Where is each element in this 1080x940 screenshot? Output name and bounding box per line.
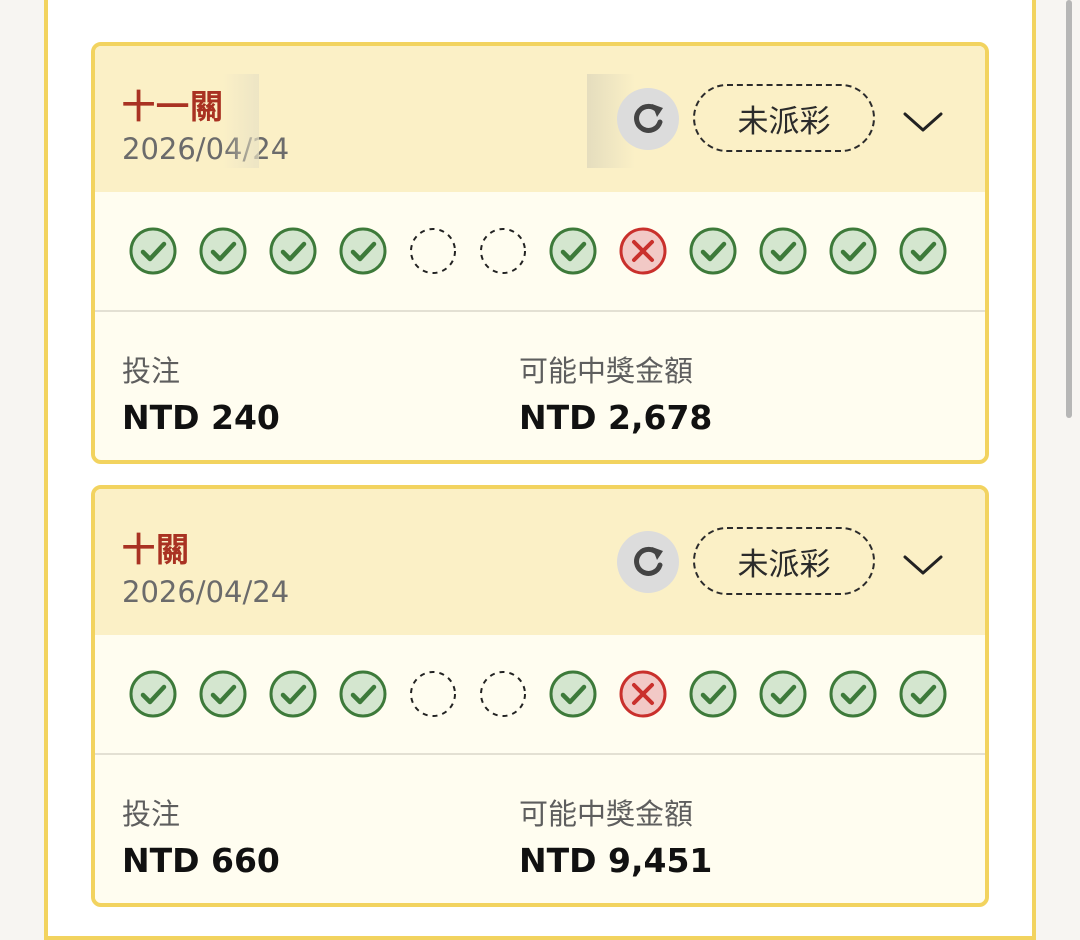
- bet-card: 十關 2026/04/24 未派彩 投注 NTD 660 可能中獎金額 NTD …: [91, 485, 989, 907]
- potential-payout-value: NTD 9,451: [519, 841, 713, 880]
- pending-circle-icon: [480, 228, 526, 274]
- bet-info-row: 投注 NTD 240 可能中獎金額 NTD 2,678: [95, 312, 985, 456]
- win-check-icon: [339, 670, 387, 718]
- win-check-icon: [689, 227, 737, 275]
- win-check-icon: [269, 227, 317, 275]
- win-check-icon: [899, 670, 947, 718]
- pending-circle-icon: [410, 671, 456, 717]
- loss-cross-icon: [619, 227, 667, 275]
- win-check-icon: [759, 227, 807, 275]
- win-check-icon: [199, 227, 247, 275]
- pending-circle-icon: [480, 671, 526, 717]
- expand-button[interactable]: [901, 543, 945, 587]
- status-label: 未派彩: [737, 546, 831, 583]
- refresh-icon: [634, 103, 663, 133]
- win-check-icon: [829, 227, 877, 275]
- stake-label: 投注: [122, 797, 181, 831]
- win-check-icon: [759, 670, 807, 718]
- chevron-down-icon: [903, 555, 943, 575]
- leg-results-row: [95, 192, 985, 312]
- win-check-icon: [899, 227, 947, 275]
- bet-card: 十一關 2026/04/24 未派彩 投注 NTD 240 可能中獎金額 NTD…: [91, 42, 989, 464]
- bet-card-header: 十關 2026/04/24 未派彩: [95, 489, 985, 635]
- refresh-button[interactable]: [617, 88, 679, 150]
- win-check-icon: [549, 670, 597, 718]
- win-check-icon: [689, 670, 737, 718]
- bet-card-header: 十一關 2026/04/24 未派彩: [95, 46, 985, 192]
- bet-type-title: 十關: [122, 530, 190, 569]
- leg-results-row: [95, 635, 985, 755]
- win-check-icon: [339, 227, 387, 275]
- potential-payout-value: NTD 2,678: [519, 398, 713, 437]
- win-check-icon: [549, 227, 597, 275]
- win-check-icon: [829, 670, 877, 718]
- win-check-icon: [129, 227, 177, 275]
- potential-payout-label: 可能中獎金額: [519, 354, 694, 388]
- loss-cross-icon: [619, 670, 667, 718]
- refresh-icon: [634, 546, 663, 576]
- bet-date: 2026/04/24: [122, 575, 290, 609]
- scrollbar[interactable]: [1066, 0, 1072, 923]
- bet-info-row: 投注 NTD 660 可能中獎金額 NTD 9,451: [95, 755, 985, 899]
- bet-type-title: 十一關: [122, 87, 224, 126]
- chevron-down-icon: [903, 112, 943, 132]
- refresh-button[interactable]: [617, 531, 679, 593]
- status-badge: 未派彩: [693, 527, 875, 595]
- win-check-icon: [199, 670, 247, 718]
- title-fade-overlay: [223, 74, 259, 168]
- status-label: 未派彩: [737, 103, 831, 140]
- pending-circle-icon: [410, 228, 456, 274]
- stake-label: 投注: [122, 354, 181, 388]
- stake-value: NTD 240: [122, 398, 280, 437]
- potential-payout-label: 可能中獎金額: [519, 797, 694, 831]
- expand-button[interactable]: [901, 100, 945, 144]
- scrollbar-thumb[interactable]: [1066, 0, 1072, 418]
- win-check-icon: [129, 670, 177, 718]
- win-check-icon: [269, 670, 317, 718]
- stake-value: NTD 660: [122, 841, 280, 880]
- status-badge: 未派彩: [693, 84, 875, 152]
- bet-date: 2026/04/24: [122, 132, 290, 166]
